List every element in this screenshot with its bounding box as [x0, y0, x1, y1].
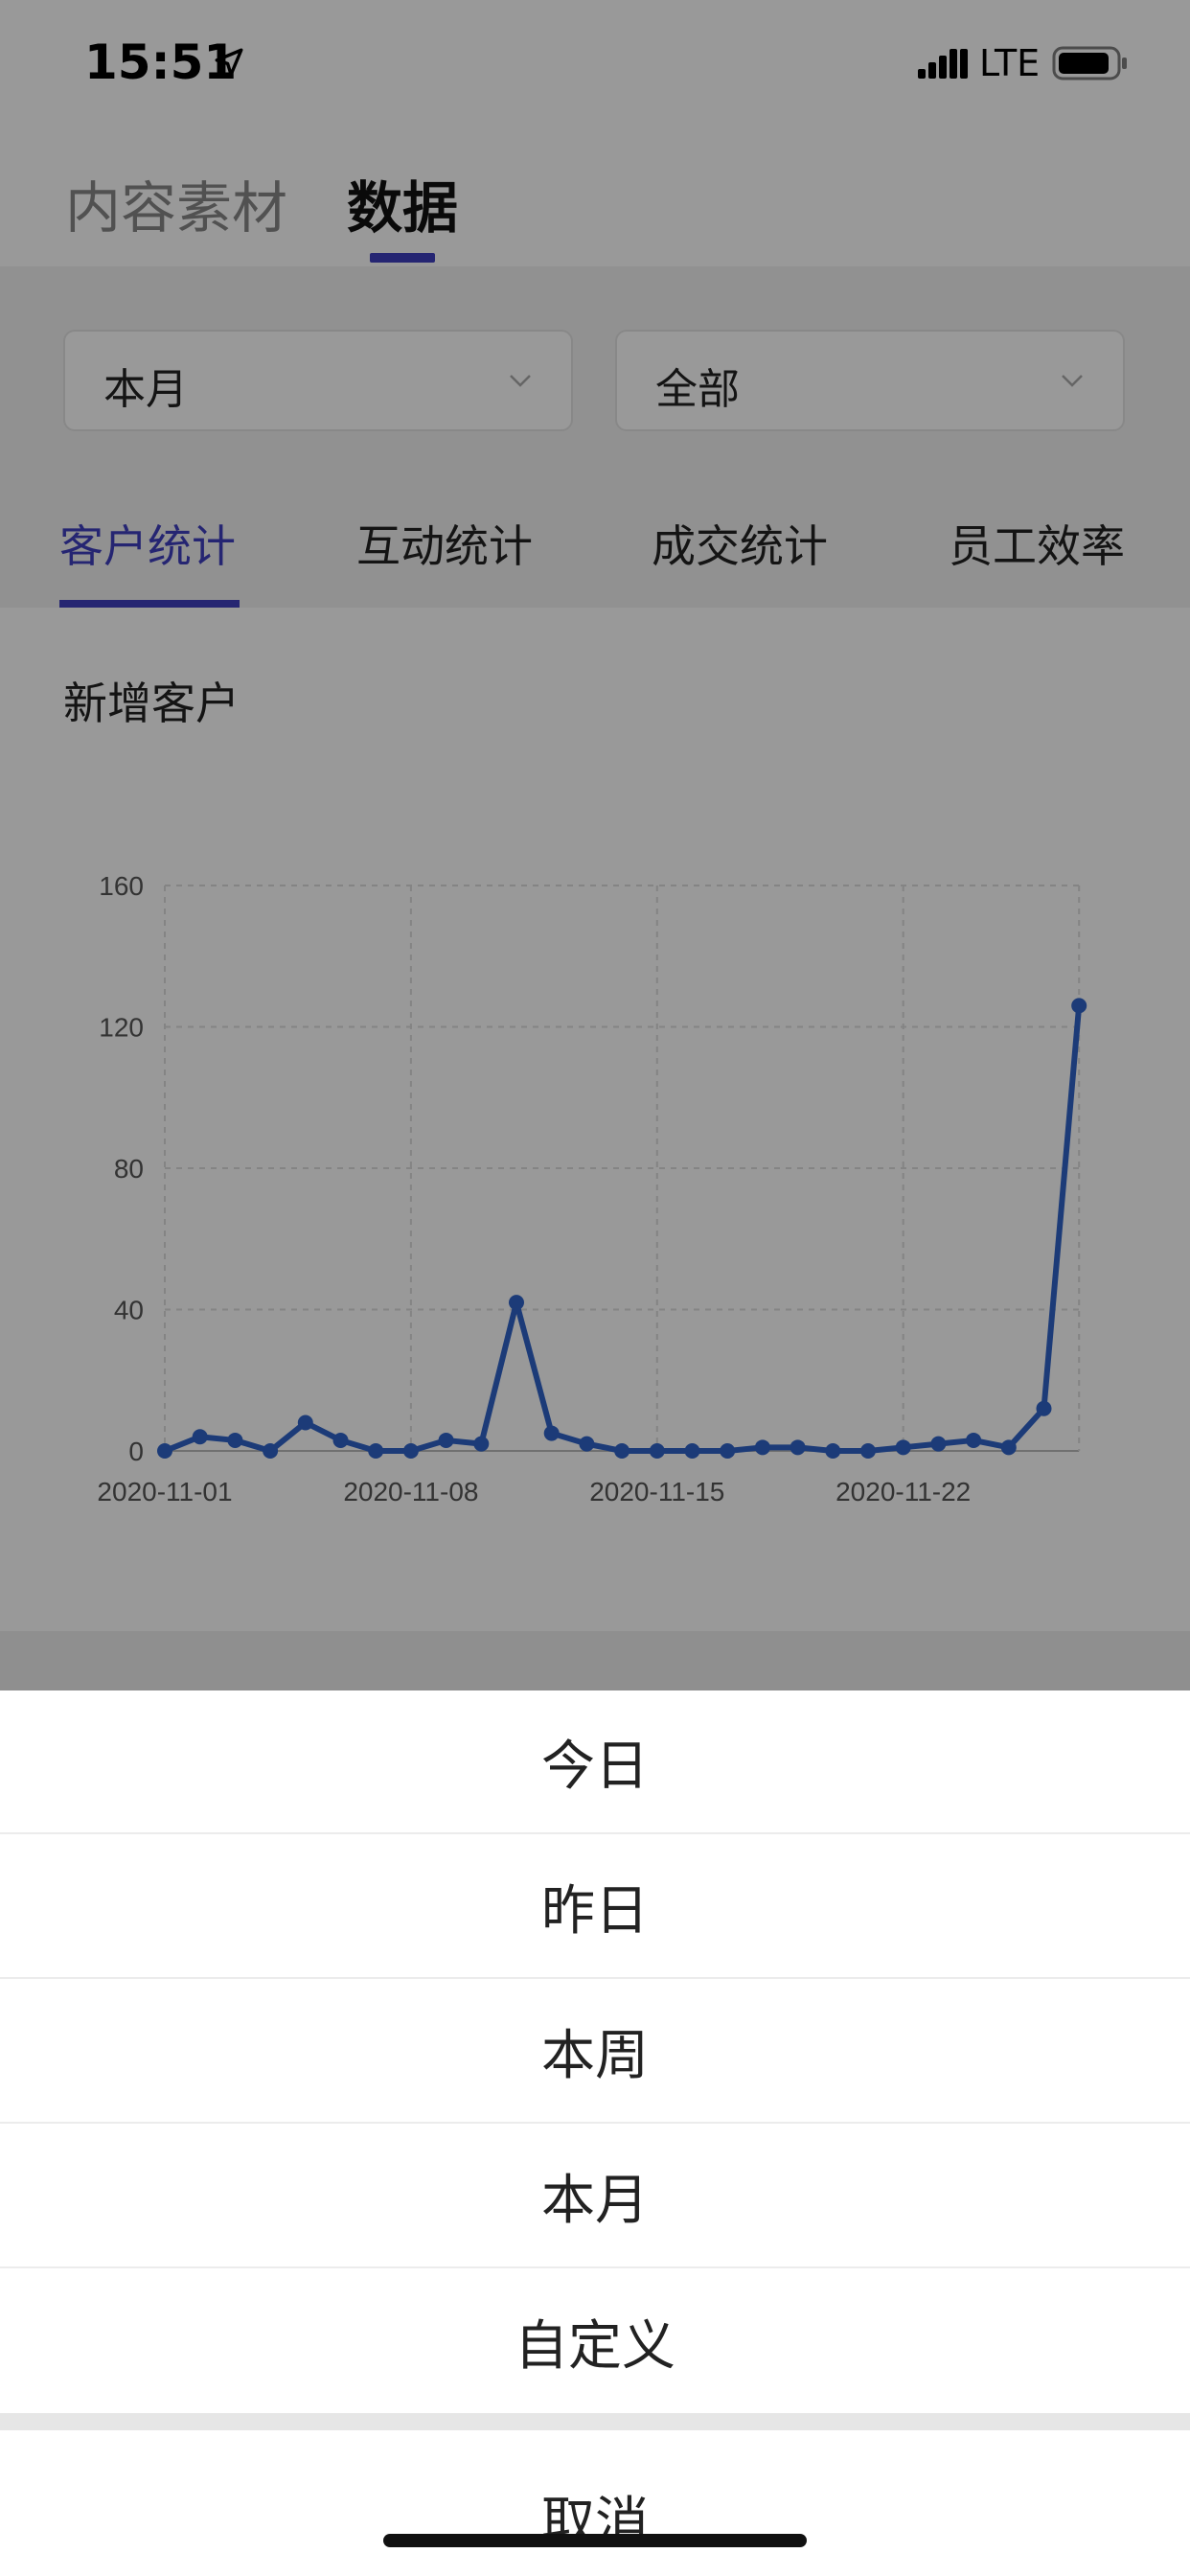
home-indicator [383, 2534, 807, 2547]
option-yesterday[interactable]: 昨日 [0, 1835, 1190, 1979]
option-custom[interactable]: 自定义 [0, 2269, 1190, 2413]
option-this-month[interactable]: 本月 [0, 2125, 1190, 2268]
option-today[interactable]: 今日 [0, 1690, 1190, 1834]
cancel-button[interactable]: 取消 [0, 2430, 1190, 2576]
option-this-week[interactable]: 本周 [0, 1980, 1190, 2124]
period-action-sheet: 今日 昨日 本周 本月 自定义 取消 [0, 1690, 1190, 2576]
modal-backdrop[interactable] [0, 0, 1190, 1690]
sheet-separator [0, 2413, 1190, 2430]
